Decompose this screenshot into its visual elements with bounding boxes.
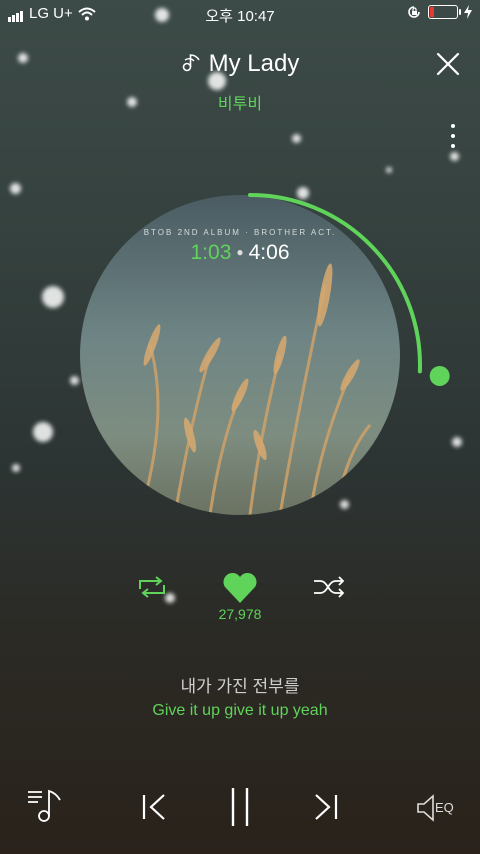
close-icon[interactable]	[434, 50, 462, 78]
snow-particle	[12, 464, 20, 472]
progress-knob[interactable]	[429, 365, 450, 386]
lyric-next[interactable]: Give it up give it up yeah	[0, 702, 480, 720]
battery-icon	[428, 5, 461, 19]
next-icon[interactable]	[312, 792, 340, 822]
like-count: 27,978	[218, 606, 262, 622]
snow-particle	[292, 134, 301, 143]
eq-label: EQ	[435, 800, 454, 815]
charging-icon	[464, 5, 472, 19]
eq-icon	[417, 794, 434, 822]
snow-particle	[386, 167, 392, 173]
song-title: My Lady	[208, 50, 300, 77]
status-bar: LG U+ 오후 10:47	[0, 0, 480, 28]
snow-particle	[452, 437, 462, 447]
playlist-icon[interactable]	[26, 788, 64, 824]
snow-particle	[450, 152, 459, 161]
eq-button[interactable]: EQ	[416, 794, 464, 822]
repeat-icon[interactable]	[136, 575, 168, 599]
lyric-current[interactable]: 내가 가진 전부를	[0, 672, 480, 697]
artist-name[interactable]: 비투비	[0, 90, 480, 114]
shuffle-icon[interactable]	[312, 575, 346, 599]
progress-arc	[248, 193, 422, 374]
pause-icon[interactable]	[228, 786, 252, 828]
status-right	[406, 4, 472, 20]
snow-particle	[33, 422, 53, 442]
lock-rotation-icon	[408, 6, 420, 18]
previous-icon[interactable]	[140, 792, 168, 822]
song-title-row: My Lady	[0, 50, 480, 78]
more-icon[interactable]	[450, 124, 456, 152]
music-note-icon	[182, 54, 200, 72]
progress-ring[interactable]	[60, 175, 450, 555]
snow-particle	[10, 183, 21, 194]
heart-icon[interactable]	[222, 572, 258, 604]
